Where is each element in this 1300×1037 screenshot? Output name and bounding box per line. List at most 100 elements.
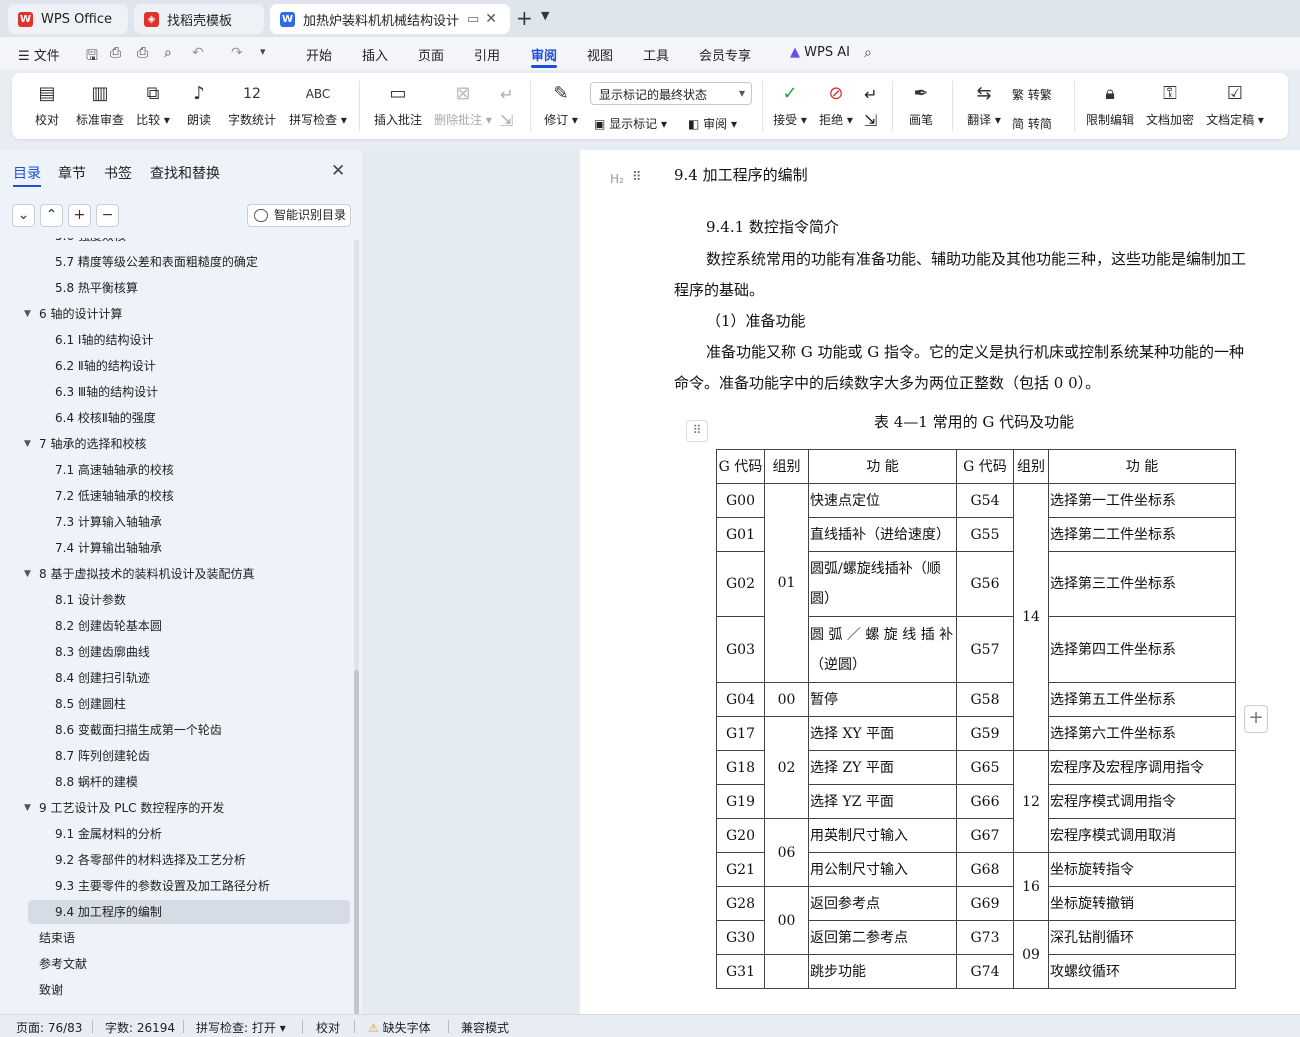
expand-triangle-icon[interactable]: ▼ [24,569,31,579]
proofread-status[interactable]: 校对 [316,1019,340,1036]
tab-bookmark[interactable]: 书签 [104,163,132,183]
next-comment-icon[interactable]: ⇲ [500,111,513,130]
toc-item[interactable]: 8.4 创建扫引轨迹 [55,666,150,690]
toc-item[interactable]: 8.8 蜗杆的建模 [55,770,138,794]
menu-tools[interactable]: 工具 [643,45,669,64]
menu-insert[interactable]: 插入 [362,45,388,64]
expand-triangle-icon[interactable]: ▼ [24,803,31,813]
review-pane-button[interactable]: ◧ 审阅 ▾ [688,115,737,132]
monitor-icon[interactable]: ▭ [467,12,479,27]
restrict-edit-button[interactable]: 🔒︎ 限制编辑 [1084,81,1136,128]
toc-item[interactable]: 7 轴承的选择和校核 [39,432,146,456]
toc-item[interactable]: 6.4 校核Ⅱ轴的强度 [55,406,156,430]
search-icon[interactable]: ⌕ [864,45,872,61]
toc-item[interactable]: 6.3 Ⅲ轴的结构设计 [55,380,158,404]
finalize-document-button[interactable]: ☑ 文档定稿 ▾ [1204,81,1266,128]
tab-document[interactable]: W 加热炉装料机机械结构设计 说 ▭ ✕ [270,4,510,34]
prev-change-icon[interactable]: ↵ [864,85,877,104]
print-preview-icon[interactable]: ⌕ [164,45,172,61]
remove-heading-button[interactable]: − [96,204,119,227]
spell-check-button[interactable]: ABC 拼写检查 ▾ [288,81,348,128]
toc-item[interactable]: 致谢 [39,978,63,1002]
accept-button[interactable]: ✓ 接受 ▾ [770,81,810,128]
close-tab-icon[interactable]: ✕ [485,11,497,27]
toc-item[interactable]: 5.7 精度等级公差和表面粗糙度的确定 [55,250,258,274]
toc-item[interactable]: 7.3 计算输入轴轴承 [55,510,162,534]
toc-item[interactable]: 9.2 各零部件的材料选择及工艺分析 [55,848,246,872]
encrypt-document-button[interactable]: ⚿ 文档加密 [1144,81,1196,128]
smart-toc-button[interactable]: 智能识别目录 [247,204,351,227]
prev-comment-icon[interactable]: ↵ [500,85,513,104]
new-tab-plus-icon[interactable]: + [516,6,533,30]
compat-mode-status[interactable]: 兼容模式 [461,1019,509,1036]
toc-item[interactable]: 7.2 低速轴轴承的校核 [55,484,174,508]
chevron-down-icon[interactable]: ▼ [541,9,549,22]
missing-font-status[interactable]: ⚠ 缺失字体 [368,1019,431,1036]
menu-member[interactable]: 会员专享 [699,45,751,64]
toc-item[interactable]: 9.3 主要零件的参数设置及加工路径分析 [55,874,270,898]
menu-view[interactable]: 视图 [587,45,613,64]
table-move-handle-icon[interactable]: ⠿ [686,420,708,442]
proofread-button[interactable]: ▤ 校对 [32,81,62,128]
toc-item[interactable]: 9 工艺设计及 PLC 数控程序的开发 [39,796,224,820]
chevron-down-icon[interactable]: ▾ [260,45,266,58]
tab-wps-office[interactable]: W WPS Office [8,4,128,34]
add-heading-button[interactable]: + [68,204,91,227]
menu-home[interactable]: 开始 [306,45,332,64]
toc-item[interactable]: 6.1 Ⅰ轴的结构设计 [55,328,153,352]
expand-triangle-icon[interactable]: ▼ [24,439,31,449]
tab-find-replace[interactable]: 查找和替换 [150,163,220,183]
menu-wps-ai[interactable]: ▲ WPS AI [790,45,850,60]
menu-page[interactable]: 页面 [418,45,444,64]
toc-item[interactable]: 参考文献 [39,952,87,976]
toc-item[interactable]: 9.4 加工程序的编制 [28,900,350,924]
expand-triangle-icon[interactable]: ▼ [24,309,31,319]
collapse-all-button[interactable]: ⌄ [12,204,35,227]
word-count-indicator[interactable]: 字数: 26194 [105,1019,175,1036]
print-icon[interactable]: ⎙ [137,45,148,61]
toc-item[interactable]: 8.2 创建齿轮基本圆 [55,614,162,638]
add-row-plus-icon[interactable]: + [1244,705,1268,733]
toc-item[interactable]: 结束语 [39,926,75,950]
toc-item[interactable]: 7.4 计算输出轴轴承 [55,536,162,560]
standard-review-button[interactable]: ▥ 标准审查 [74,81,126,128]
insert-comment-button[interactable]: ▭ 插入批注 [372,81,424,128]
export-pdf-icon[interactable]: ⎙ [110,45,121,61]
pen-button[interactable]: ✒ 画笔 [906,81,936,128]
toc-item[interactable]: 8.1 设计参数 [55,588,126,612]
to-traditional-button[interactable]: 繁 转繁 [1012,86,1052,103]
toc-item[interactable]: 6 轴的设计计算 [39,302,122,326]
show-markup-button[interactable]: ▣ 显示标记 ▾ [594,115,667,132]
drag-handle-icon[interactable]: ⠿ [632,170,642,185]
save-icon[interactable]: 🖫 [86,45,98,69]
toc-item[interactable]: 8 基于虚拟技术的装料机设计及装配仿真 [39,562,254,586]
compare-button[interactable]: ⧉ 比较 ▾ [134,81,172,128]
toc-scrollbar-thumb[interactable] [354,670,359,1015]
toc-item[interactable]: 8.5 创建圆柱 [55,692,126,716]
delete-comment-button[interactable]: ⊠ 删除批注 ▾ [432,81,494,128]
markup-state-select[interactable]: 显示标记的最终状态 ▾ [590,82,752,105]
reject-button[interactable]: ⊘ 拒绝 ▾ [816,81,856,128]
toc-item[interactable]: 6.2 Ⅱ轴的结构设计 [55,354,156,378]
to-simplified-button[interactable]: 简 转简 [1012,115,1052,132]
toc-item[interactable]: 9.1 金属材料的分析 [55,822,162,846]
undo-icon[interactable]: ↶ [192,45,204,61]
toc-item[interactable]: 8.6 变截面扫描生成第一个轮齿 [55,718,222,742]
close-icon[interactable]: ✕ [331,161,345,181]
menu-file[interactable]: ☰ 文件 [18,45,60,64]
toc-item[interactable]: 5.6 强度效核 [55,238,126,248]
next-change-icon[interactable]: ⇲ [864,111,877,130]
expand-up-button[interactable]: ⌃ [40,204,63,227]
read-aloud-button[interactable]: ♪ 朗读 [184,81,214,128]
g-code-table[interactable]: G 代码 组别 功 能 G 代码 组别 功 能 G00 01 快速点定位 G54… [716,449,1236,989]
toc-item[interactable]: 7.1 高速轴轴承的校核 [55,458,174,482]
word-count-button[interactable]: 12 字数统计 [226,81,278,128]
tab-toc[interactable]: 目录 [13,163,41,187]
menu-review[interactable]: 审阅 [531,45,558,68]
page-indicator[interactable]: 页面: 76/83 [16,1019,82,1036]
translate-button[interactable]: ⇆ 翻译 ▾ [964,81,1004,128]
tab-docer-templates[interactable]: ◈ 找稻壳模板 [134,4,264,34]
toc-item[interactable]: 5.8 热平衡核算 [55,276,138,300]
menu-reference[interactable]: 引用 [474,45,500,64]
spell-check-toggle[interactable]: 拼写检查: 打开 ▾ [196,1019,286,1036]
